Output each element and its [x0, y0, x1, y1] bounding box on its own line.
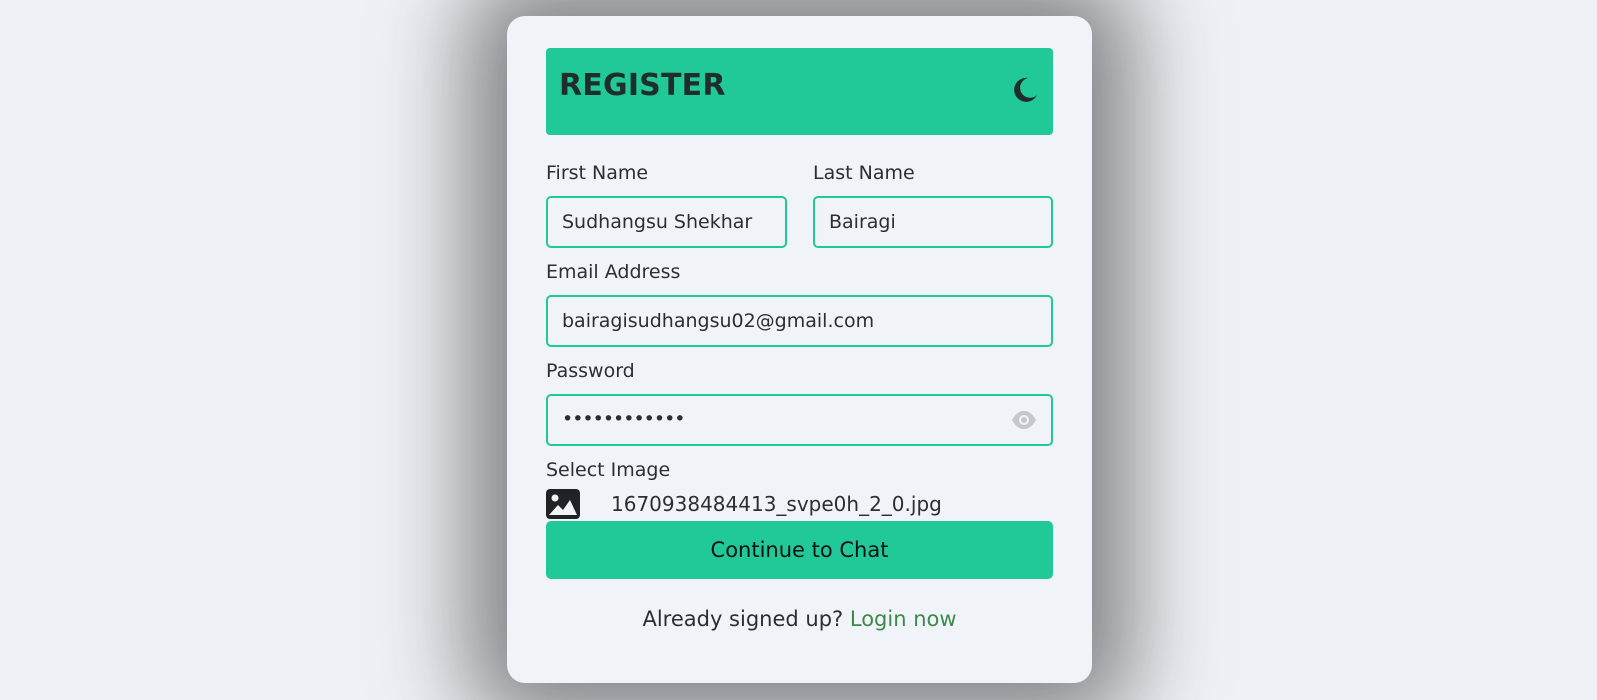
- login-prompt: Already signed up? Login now: [507, 607, 1092, 631]
- password-value: ••••••••••••: [562, 408, 685, 430]
- email-label: Email Address: [546, 261, 681, 283]
- select-image-label: Select Image: [546, 459, 671, 481]
- last-name-input[interactable]: [813, 196, 1053, 248]
- first-name-label: First Name: [546, 162, 649, 184]
- login-prompt-text: Already signed up?: [642, 607, 844, 631]
- register-card: REGISTER First Name Last Name Email Addr…: [507, 16, 1092, 683]
- continue-to-chat-button[interactable]: Continue to Chat: [546, 521, 1053, 579]
- register-header: REGISTER: [546, 48, 1053, 135]
- password-input[interactable]: ••••••••••••: [546, 394, 1053, 446]
- page-title: REGISTER: [559, 68, 726, 103]
- moon-icon[interactable]: [1009, 75, 1039, 105]
- email-input[interactable]: [546, 295, 1053, 347]
- eye-icon[interactable]: [1011, 409, 1037, 431]
- image-icon[interactable]: [546, 489, 580, 519]
- password-label: Password: [546, 360, 635, 382]
- login-now-link[interactable]: Login now: [850, 607, 957, 631]
- first-name-input[interactable]: [546, 196, 787, 248]
- last-name-label: Last Name: [813, 162, 915, 184]
- selected-file-name: 1670938484413_svpe0h_2_0.jpg: [611, 492, 942, 516]
